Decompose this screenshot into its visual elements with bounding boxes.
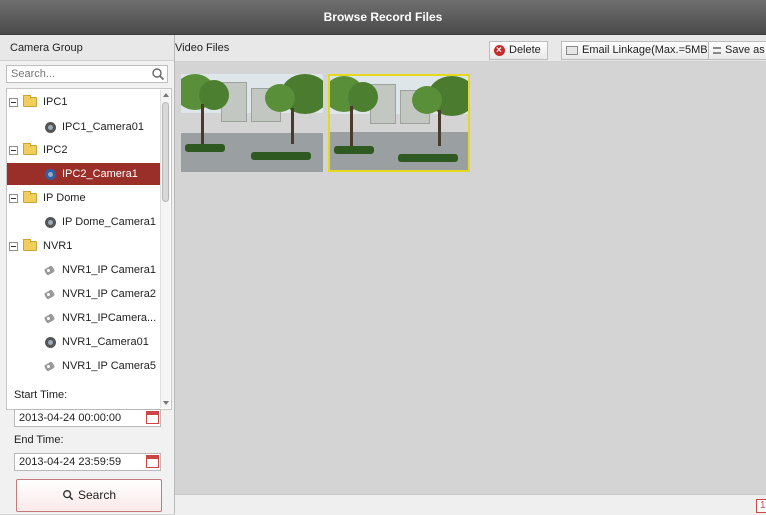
delete-label: Delete [509, 44, 541, 56]
tree-item-ip-dome-camera1[interactable]: IP Dome_Camera1 [45, 211, 165, 233]
video-files-title: Video Files [175, 42, 230, 54]
email-linkage-label: Email Linkage(Max.=5MB) [582, 44, 712, 56]
calendar-icon[interactable] [146, 411, 159, 424]
camera-icon [45, 121, 56, 133]
tree-item-ipc2-camera1[interactable]: IPC2_Camera1 [7, 163, 163, 185]
camera-group-header: Camera Group [0, 35, 174, 61]
end-time-value: 2013-04-24 23:59:59 [19, 456, 122, 468]
tree-item-label: NVR1_IP Camera1 [62, 264, 156, 276]
tree-item-label: NVR1_IPCamera... [62, 312, 157, 324]
tree-item-label: NVR1 [43, 240, 73, 252]
start-time-label: Start Time: [14, 389, 68, 401]
tree-item-label: IP Dome [43, 192, 86, 204]
start-time-field[interactable]: 2013-04-24 00:00:00 [14, 409, 161, 427]
scroll-down-icon[interactable] [163, 401, 169, 405]
tree-item-nvr1-ip-camera5[interactable]: NVR1_IP Camera5 [45, 355, 165, 377]
video-files-header: Video Files Delete Email Linkage(Max.=5M… [175, 35, 766, 62]
tree-item-label: IPC1 [43, 96, 68, 108]
video-files-area [175, 62, 766, 494]
save-icon [713, 46, 721, 54]
tree-item-nvr1-ip-camera1[interactable]: NVR1_IP Camera1 [45, 259, 165, 281]
camera-search-box[interactable] [6, 65, 168, 83]
save-as-button[interactable]: Save as [708, 41, 766, 60]
camera-icon [45, 168, 56, 180]
delete-button[interactable]: Delete [489, 41, 548, 60]
scroll-up-icon[interactable] [163, 93, 169, 97]
tree-item-nvr1-camera01[interactable]: NVR1_Camera01 [45, 331, 165, 353]
ip-camera-icon [45, 313, 56, 324]
tree-item-label: IP Dome_Camera1 [62, 216, 156, 228]
tree-item-label: NVR1_Camera01 [62, 336, 149, 348]
camera-icon [45, 336, 56, 348]
checkbox-icon[interactable] [566, 45, 578, 55]
end-time-field[interactable]: 2013-04-24 23:59:59 [14, 453, 161, 471]
video-thumbnail-1[interactable] [181, 74, 323, 172]
tree-item-ipc1[interactable]: IPC1 [9, 91, 159, 113]
start-time-value: 2013-04-24 00:00:00 [19, 412, 122, 424]
folder-icon [23, 143, 37, 156]
search-icon [63, 490, 74, 501]
tree-item-label: IPC1_Camera01 [62, 121, 144, 133]
end-time-label: End Time: [14, 434, 64, 446]
tree-item-ip-dome[interactable]: IP Dome [9, 187, 159, 209]
tree-item-label: NVR1_IP Camera2 [62, 288, 156, 300]
delete-icon [494, 42, 505, 59]
video-thumbnail-2[interactable] [328, 74, 470, 172]
search-button[interactable]: Search [16, 479, 162, 512]
folder-icon [23, 95, 37, 108]
tree-item-nvr1-ip-camera2[interactable]: NVR1_IP Camera2 [45, 283, 165, 305]
ip-camera-icon [45, 289, 56, 300]
folder-icon [23, 191, 37, 204]
collapse-icon[interactable] [9, 145, 18, 155]
ip-camera-icon [45, 361, 56, 372]
window-title: Browse Record Files [0, 0, 766, 35]
collapse-icon[interactable] [9, 97, 18, 107]
calendar-icon[interactable] [146, 455, 159, 468]
save-as-label: Save as [725, 44, 765, 56]
tree-item-nvr1-ipcamera[interactable]: NVR1_IPCamera... [45, 307, 165, 329]
tree-scrollbar[interactable] [160, 90, 170, 408]
search-button-label: Search [77, 488, 117, 502]
tree-item-label: IPC2 [43, 144, 68, 156]
camera-search-input[interactable] [7, 66, 149, 82]
camera-group-panel: Camera Group IPC1 IPC1_Camera01 IPC2 IPC… [0, 35, 175, 514]
page-number[interactable]: 1 [756, 499, 766, 513]
scrollbar-thumb[interactable] [162, 102, 169, 202]
camera-icon [45, 216, 56, 228]
collapse-icon[interactable] [9, 193, 18, 203]
email-linkage-button[interactable]: Email Linkage(Max.=5MB) [561, 41, 719, 60]
folder-icon [23, 239, 37, 252]
tree-item-ipc1-camera01[interactable]: IPC1_Camera01 [45, 116, 165, 138]
camera-tree: IPC1 IPC1_Camera01 IPC2 IPC2_Camera1 IP … [6, 88, 172, 410]
tree-item-nvr1[interactable]: NVR1 [9, 235, 159, 257]
collapse-icon[interactable] [9, 241, 18, 251]
tree-item-label: IPC2_Camera1 [62, 168, 138, 180]
pagination-bar: 1 [175, 494, 766, 515]
tree-item-ipc2[interactable]: IPC2 [9, 139, 159, 161]
ip-camera-icon [45, 265, 56, 276]
search-icon[interactable] [151, 67, 165, 81]
tree-item-label: NVR1_IP Camera5 [62, 360, 156, 372]
